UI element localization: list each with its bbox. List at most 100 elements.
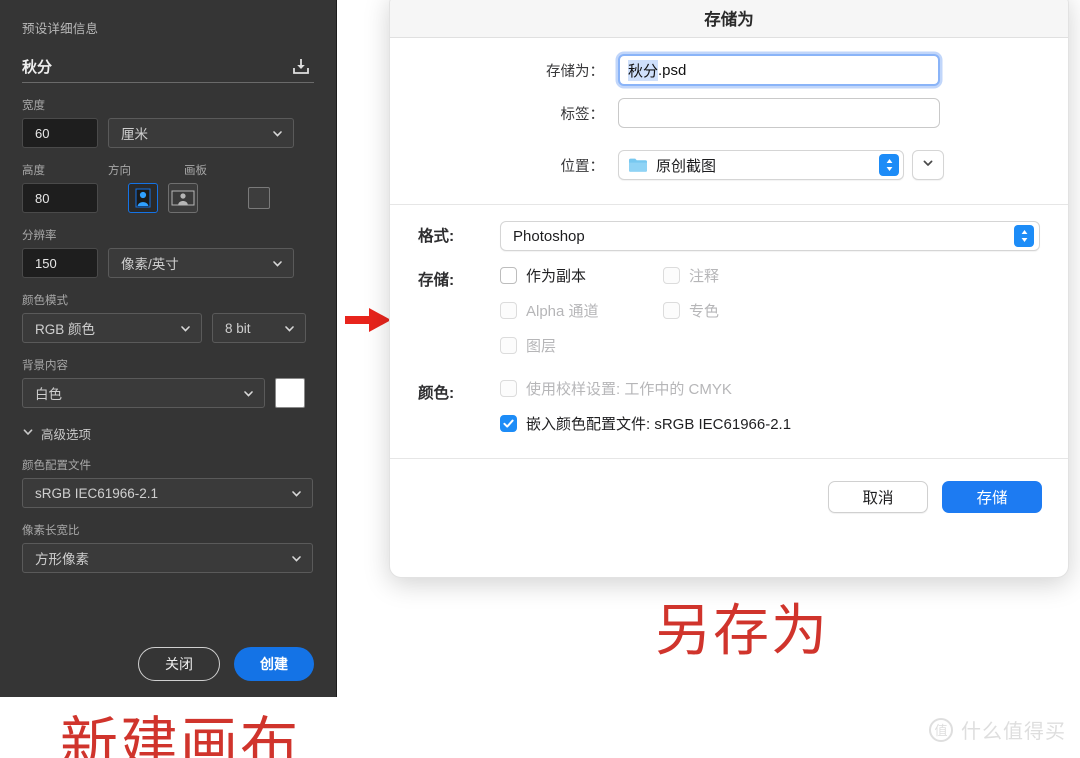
close-button[interactable]: 关闭 — [138, 647, 220, 681]
bit-depth-select[interactable]: 8 bit — [212, 313, 306, 343]
color-mode-value: RGB 颜色 — [35, 322, 96, 337]
checkbox-icon[interactable] — [500, 267, 517, 284]
checkbox-layers[interactable]: 图层 — [500, 335, 663, 356]
new-document-panel: 预设详细信息 秋分 宽度 60 厘米 高度 方向 画板 80 分辨率 150 像… — [0, 0, 337, 697]
create-button[interactable]: 创建 — [234, 647, 314, 681]
tags-input[interactable] — [618, 98, 940, 128]
location-label: 位置： — [560, 158, 605, 175]
height-label: 高度 — [22, 165, 45, 177]
checkbox-label: 使用校样设置: 工作中的 CMYK — [526, 381, 732, 398]
annotation-new-document: 新建画布 — [60, 710, 301, 758]
height-input[interactable]: 80 — [22, 183, 98, 213]
checkbox-label: 作为副本 — [526, 268, 587, 285]
chevron-down-icon — [271, 127, 283, 139]
format-select[interactable]: Photoshop — [500, 221, 1040, 251]
color-mode-label: 颜色模式 — [22, 295, 68, 307]
tags-label: 标签： — [560, 106, 605, 123]
save-options-group: 存储: 作为副本 注释 Alpha 通道 专色 图层 — [418, 265, 1040, 370]
dialog-action-buttons: 取消 存储 — [390, 459, 1068, 513]
pixel-aspect-ratio-select[interactable]: 方形像素 — [22, 543, 313, 573]
chevron-down-icon — [283, 322, 295, 334]
color-profile-select[interactable]: sRGB IEC61966-2.1 — [22, 478, 313, 508]
cancel-button[interactable]: 取消 — [828, 481, 928, 513]
filename-label: 存储为： — [546, 63, 604, 80]
color-options-group: 颜色: 使用校样设置: 工作中的 CMYK 嵌入颜色配置文件: sRGB IEC… — [418, 378, 1040, 434]
artboard-label: 画板 — [184, 165, 207, 177]
checkbox-icon[interactable] — [663, 267, 680, 284]
dialog-title: 存储为 — [390, 0, 1068, 38]
updown-stepper-icon[interactable] — [1014, 225, 1034, 247]
chevron-down-icon — [22, 426, 34, 441]
format-row: 格式: Photoshop — [418, 221, 1040, 251]
height-orientation-labels: 高度 方向 画板 — [22, 162, 314, 178]
width-input[interactable]: 60 — [22, 118, 98, 148]
background-contents-select[interactable]: 白色 — [22, 378, 265, 408]
background-contents-label: 背景内容 — [22, 360, 68, 372]
resolution-row: 150 像素/英寸 — [22, 248, 314, 278]
checkbox-as-copy[interactable]: 作为副本 — [500, 265, 663, 286]
color-profile-value: sRGB IEC61966-2.1 — [35, 485, 159, 501]
save-button[interactable]: 存储 — [942, 481, 1042, 513]
preset-details-title: 预设详细信息 — [22, 22, 99, 36]
location-expand-button[interactable] — [912, 150, 944, 180]
background-color-swatch[interactable] — [275, 378, 305, 408]
color-mode-select[interactable]: RGB 颜色 — [22, 313, 202, 343]
annotation-save-as: 另存为 — [655, 599, 829, 664]
checkbox-icon[interactable] — [500, 415, 517, 432]
checkbox-icon[interactable] — [500, 380, 517, 397]
resolution-input[interactable]: 150 — [22, 248, 98, 278]
checkbox-embed-color-profile[interactable]: 嵌入颜色配置文件: sRGB IEC61966-2.1 — [500, 413, 791, 434]
format-label: 格式: — [418, 228, 455, 245]
new-document-buttons: 关闭 创建 — [0, 647, 336, 681]
download-preset-icon[interactable] — [288, 54, 314, 80]
color-mode-row: RGB 颜色 8 bit — [22, 313, 314, 343]
filename-row: 存储为： 秋分 .psd — [418, 54, 1040, 86]
filename-input[interactable]: 秋分 .psd — [618, 54, 940, 86]
checkbox-label: 图层 — [526, 338, 557, 355]
checkbox-spot-colors[interactable]: 专色 — [663, 300, 719, 321]
save-options-label: 存储: — [418, 272, 455, 289]
resolution-label: 分辨率 — [22, 230, 57, 242]
landscape-icon[interactable] — [168, 183, 198, 213]
watermark-logo: 值 — [929, 717, 953, 742]
save-as-dialog: 存储为 存储为： 秋分 .psd 标签： 位置： 原创截图 格式: Photos… — [389, 0, 1069, 578]
checkbox-icon[interactable] — [500, 302, 517, 319]
screenshot-root: 预设详细信息 秋分 宽度 60 厘米 高度 方向 画板 80 分辨率 150 像… — [0, 0, 1080, 758]
checkbox-alpha-channels[interactable]: Alpha 通道 — [500, 300, 663, 321]
resolution-unit-select[interactable]: 像素/英寸 — [108, 248, 294, 278]
width-unit-select[interactable]: 厘米 — [108, 118, 294, 148]
portrait-icon[interactable] — [128, 183, 158, 213]
location-value: 原创截图 — [656, 157, 717, 175]
watermark-text: 什么值得买 — [961, 721, 1066, 743]
save-options-line-3: 图层 — [500, 335, 1040, 356]
artboard-checkbox[interactable] — [248, 187, 270, 209]
save-options-line-2: Alpha 通道 专色 — [500, 300, 1040, 321]
checkbox-icon[interactable] — [663, 302, 680, 319]
chevron-down-icon — [271, 257, 283, 269]
location-select[interactable]: 原创截图 — [618, 150, 904, 180]
chevron-down-icon — [242, 387, 254, 399]
checkbox-use-proof-setup[interactable]: 使用校样设置: 工作中的 CMYK — [500, 378, 732, 399]
advanced-options-toggle[interactable]: 高级选项 — [22, 424, 314, 443]
updown-stepper-icon[interactable] — [879, 154, 899, 176]
watermark: 值 什么值得买 — [929, 715, 1066, 744]
tags-row: 标签： — [418, 98, 1040, 128]
checkbox-annotations[interactable]: 注释 — [663, 265, 719, 286]
location-row: 位置： 原创截图 — [418, 150, 1040, 180]
dialog-top-section: 存储为： 秋分 .psd 标签： 位置： 原创截图 — [390, 38, 1068, 204]
save-options-line-1: 作为副本 注释 — [500, 265, 1040, 286]
chevron-down-icon — [290, 552, 302, 564]
color-options-line-2: 嵌入颜色配置文件: sRGB IEC61966-2.1 — [500, 413, 1040, 434]
format-value: Photoshop — [513, 227, 585, 245]
width-row: 60 厘米 — [22, 118, 314, 148]
filename-selected-text: 秋分 — [628, 59, 659, 81]
checkbox-label: 嵌入颜色配置文件: sRGB IEC61966-2.1 — [526, 416, 792, 433]
advanced-options-label: 高级选项 — [41, 428, 92, 442]
checkbox-label: 注释 — [689, 268, 720, 285]
color-profile-label: 颜色配置文件 — [22, 460, 91, 472]
background-contents-row: 白色 — [22, 378, 314, 408]
preset-name-input[interactable]: 秋分 — [22, 56, 52, 77]
red-arrow-icon — [345, 306, 393, 334]
checkbox-icon[interactable] — [500, 337, 517, 354]
checkbox-label: Alpha 通道 — [526, 303, 599, 320]
